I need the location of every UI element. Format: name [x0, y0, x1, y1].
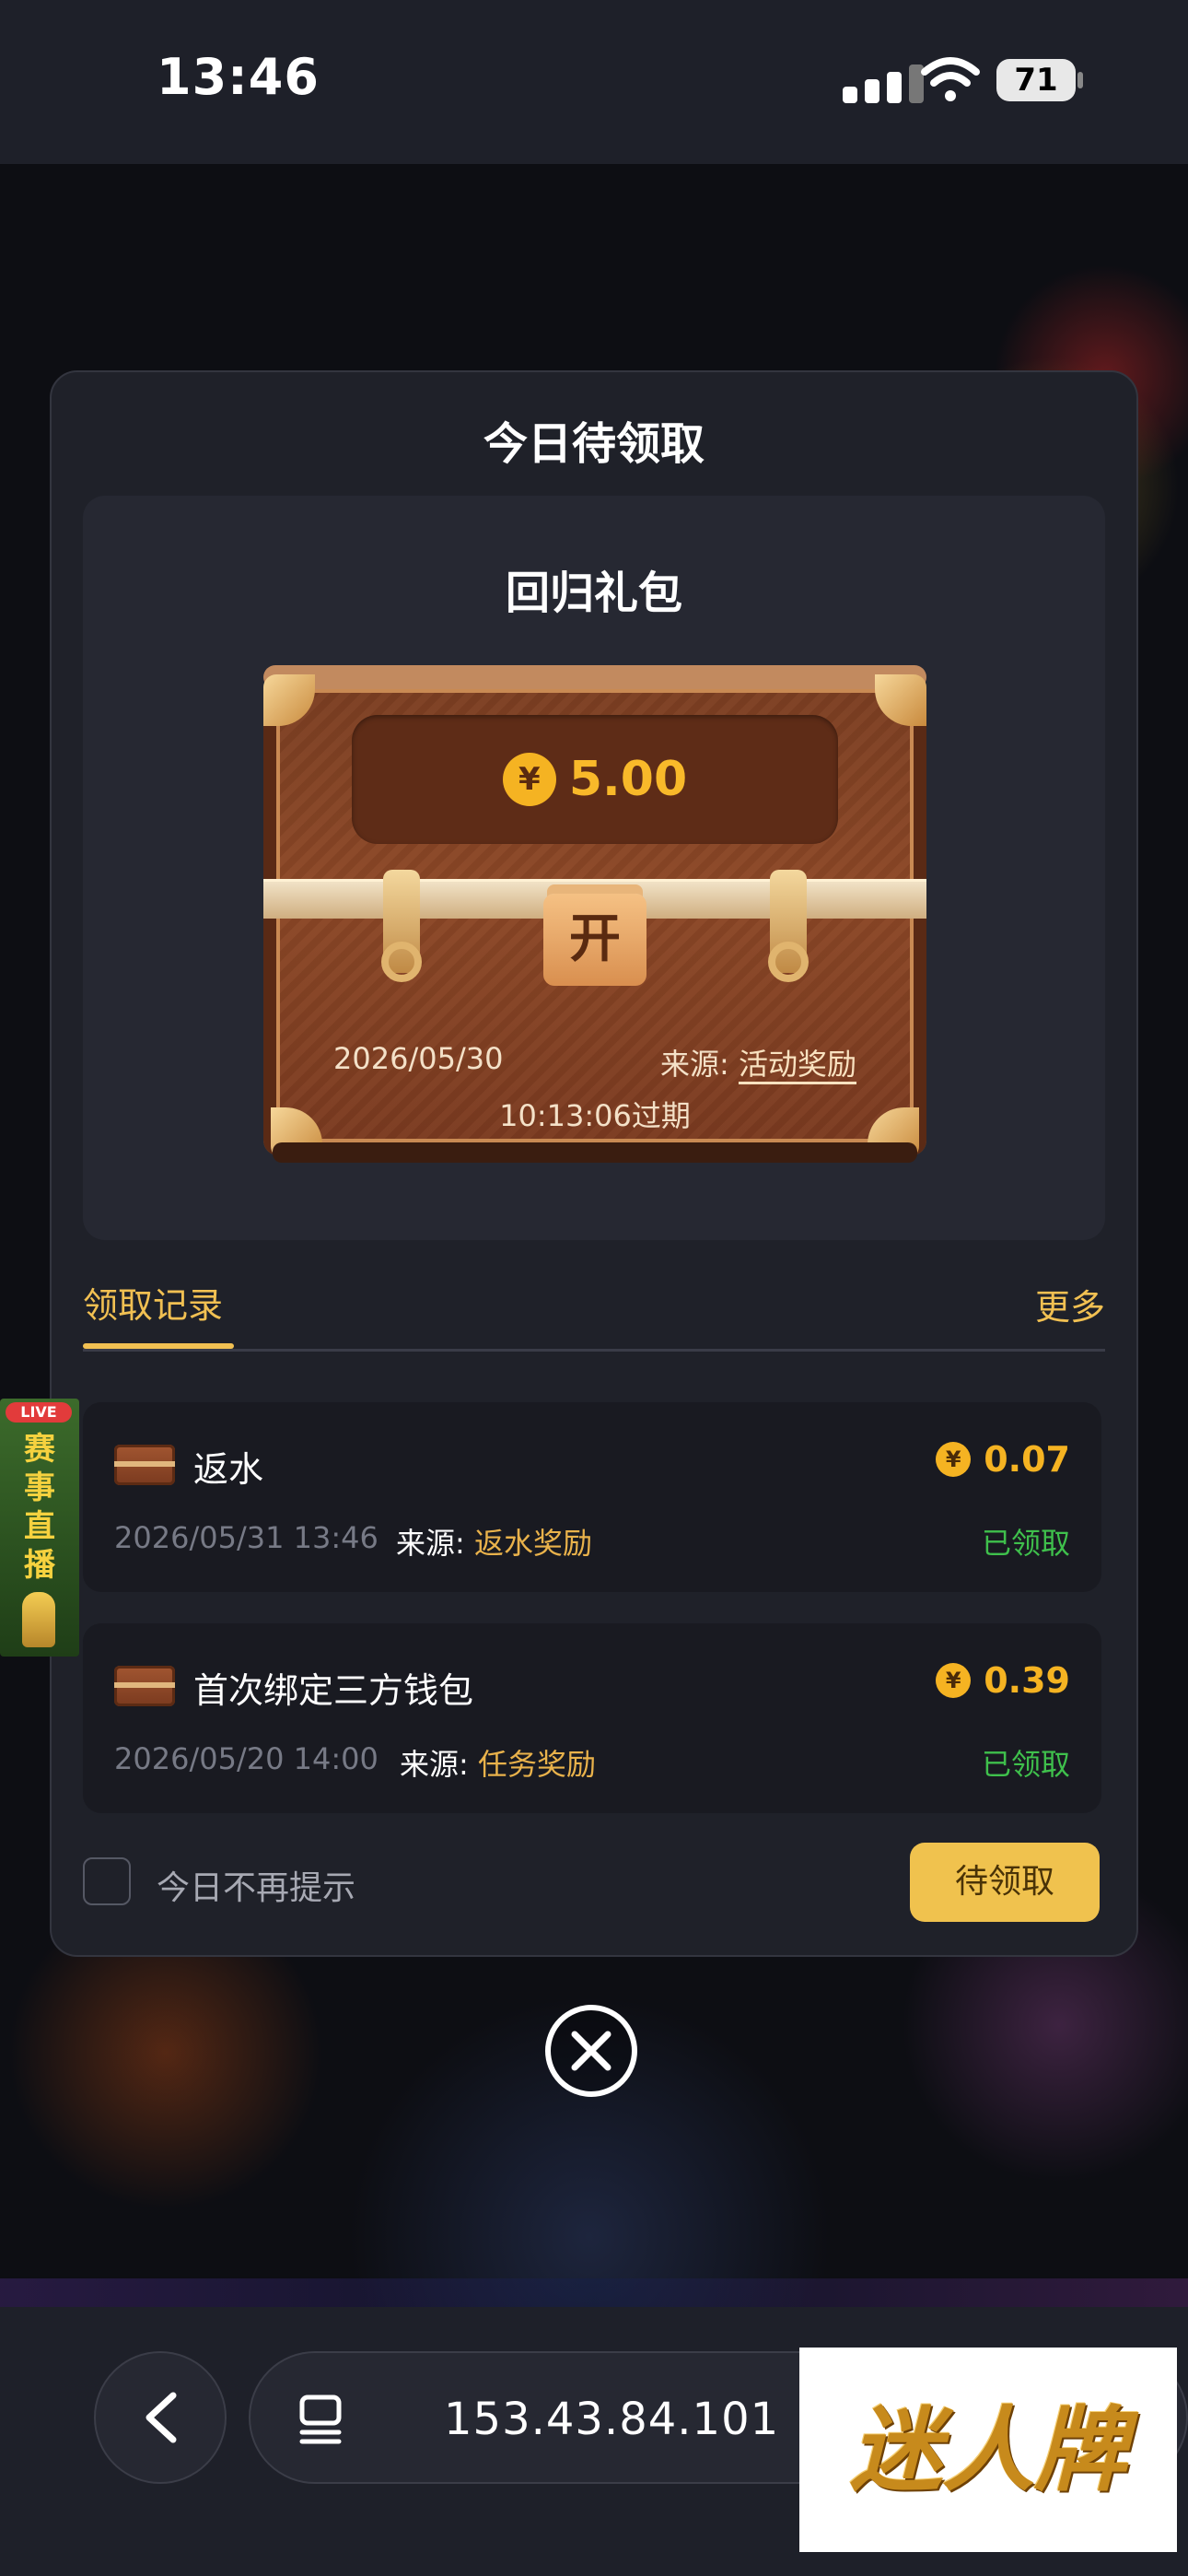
battery-tip	[1077, 72, 1083, 88]
record-amount-group: ¥ 0.39	[936, 1660, 1070, 1701]
chest-buckle-ring	[381, 942, 422, 982]
brand-logo-text: 迷人牌	[850, 2395, 1126, 2504]
record-date: 2026/05/20 14:00	[114, 1741, 379, 1776]
record-source: 来源: 返水奖励	[396, 1520, 592, 1563]
yen-coin-icon: ¥	[502, 753, 556, 806]
live-tag: LIVE	[6, 1402, 72, 1423]
gift-source: 来源: 活动奖励	[660, 1041, 856, 1083]
chest-top-band	[263, 665, 926, 689]
record-amount-group: ¥ 0.07	[936, 1439, 1070, 1480]
record-status: 已领取	[981, 1747, 1070, 1782]
page-tab-icon	[299, 2395, 342, 2444]
open-chest-button[interactable]: 开	[543, 894, 646, 986]
tab-divider	[83, 1349, 1105, 1352]
url-text: 153.43.84.101	[444, 2394, 780, 2445]
chest-icon	[114, 1445, 175, 1485]
records-tabs: 领取记录 更多	[83, 1277, 1105, 1352]
browser-back-button[interactable]	[94, 2351, 227, 2484]
record-date: 2026/05/31 13:46	[114, 1520, 379, 1555]
close-icon	[571, 2031, 611, 2071]
record-title: 返水	[193, 1449, 264, 1490]
record-item: 首次绑定三方钱包 ¥ 0.39 2026/05/20 14:00 来源: 任务奖…	[83, 1623, 1101, 1813]
gift-expire: 10:13:06过期	[499, 1098, 691, 1133]
yen-coin-icon: ¥	[936, 1663, 972, 1698]
status-time: 13:46	[157, 48, 320, 106]
treasure-chest[interactable]: ¥ 5.00 开 2026/05/30 来源: 活动奖励 10:13:06过期	[263, 665, 926, 1172]
chest-meta: 2026/05/30 来源: 活动奖励	[333, 1041, 856, 1082]
record-title: 首次绑定三方钱包	[193, 1670, 474, 1711]
record-amount: 0.07	[984, 1439, 1070, 1480]
gift-date: 2026/05/30	[333, 1041, 504, 1076]
modal-title: 今日待领取	[483, 418, 705, 470]
tab-claim-records[interactable]: 领取记录	[83, 1277, 223, 1328]
dont-show-label[interactable]: 今日不再提示	[157, 1861, 355, 1909]
gift-source-link[interactable]: 活动奖励	[739, 1047, 856, 1082]
reward-modal: 今日待领取 回归礼包 ¥ 5.00 开 2026/05/30 来源: 活动奖励 …	[50, 370, 1138, 1957]
pending-claim-button[interactable]: 待领取	[910, 1843, 1100, 1922]
record-amount: 0.39	[984, 1660, 1070, 1701]
gift-title: 回归礼包	[505, 568, 682, 619]
record-source: 来源: 任务奖励	[400, 1741, 596, 1784]
gift-source-label: 来源:	[660, 1047, 729, 1082]
live-stream-badge[interactable]: LIVE 赛事直播	[0, 1399, 79, 1657]
chest-buckle-ring	[768, 942, 809, 982]
dont-show-checkbox[interactable]	[83, 1857, 131, 1905]
chevron-left-icon	[146, 2392, 177, 2443]
more-link[interactable]: 更多	[1035, 1279, 1105, 1329]
close-modal-button[interactable]	[545, 2005, 637, 2097]
record-source-label: 来源:	[400, 1747, 469, 1782]
tab-active-indicator	[83, 1343, 234, 1349]
trophy-icon	[22, 1592, 55, 1647]
gift-panel: 回归礼包 ¥ 5.00 开 2026/05/30 来源: 活动奖励 10:13:…	[83, 496, 1105, 1240]
battery-icon: 71	[996, 59, 1076, 101]
record-source-value: 返水奖励	[473, 1526, 592, 1561]
status-bar: 13:46 71	[0, 0, 1188, 164]
record-source-value: 任务奖励	[477, 1747, 596, 1782]
modal-footer: 今日不再提示 待领取	[83, 1843, 1105, 1926]
live-badge-text: 赛事直播	[24, 1431, 55, 1584]
chest-bottom-band	[273, 1142, 917, 1163]
chest-icon	[114, 1666, 175, 1706]
wifi-icon	[921, 57, 980, 101]
gift-amount: 5.00	[568, 752, 688, 807]
record-item: 返水 ¥ 0.07 2026/05/31 13:46 来源: 返水奖励 已领取	[83, 1402, 1101, 1592]
record-source-label: 来源:	[396, 1526, 465, 1561]
record-status: 已领取	[981, 1526, 1070, 1561]
chest-amount-plate: ¥ 5.00	[352, 715, 838, 844]
yen-coin-icon: ¥	[936, 1442, 972, 1477]
brand-logo: 迷人牌	[799, 2348, 1177, 2552]
